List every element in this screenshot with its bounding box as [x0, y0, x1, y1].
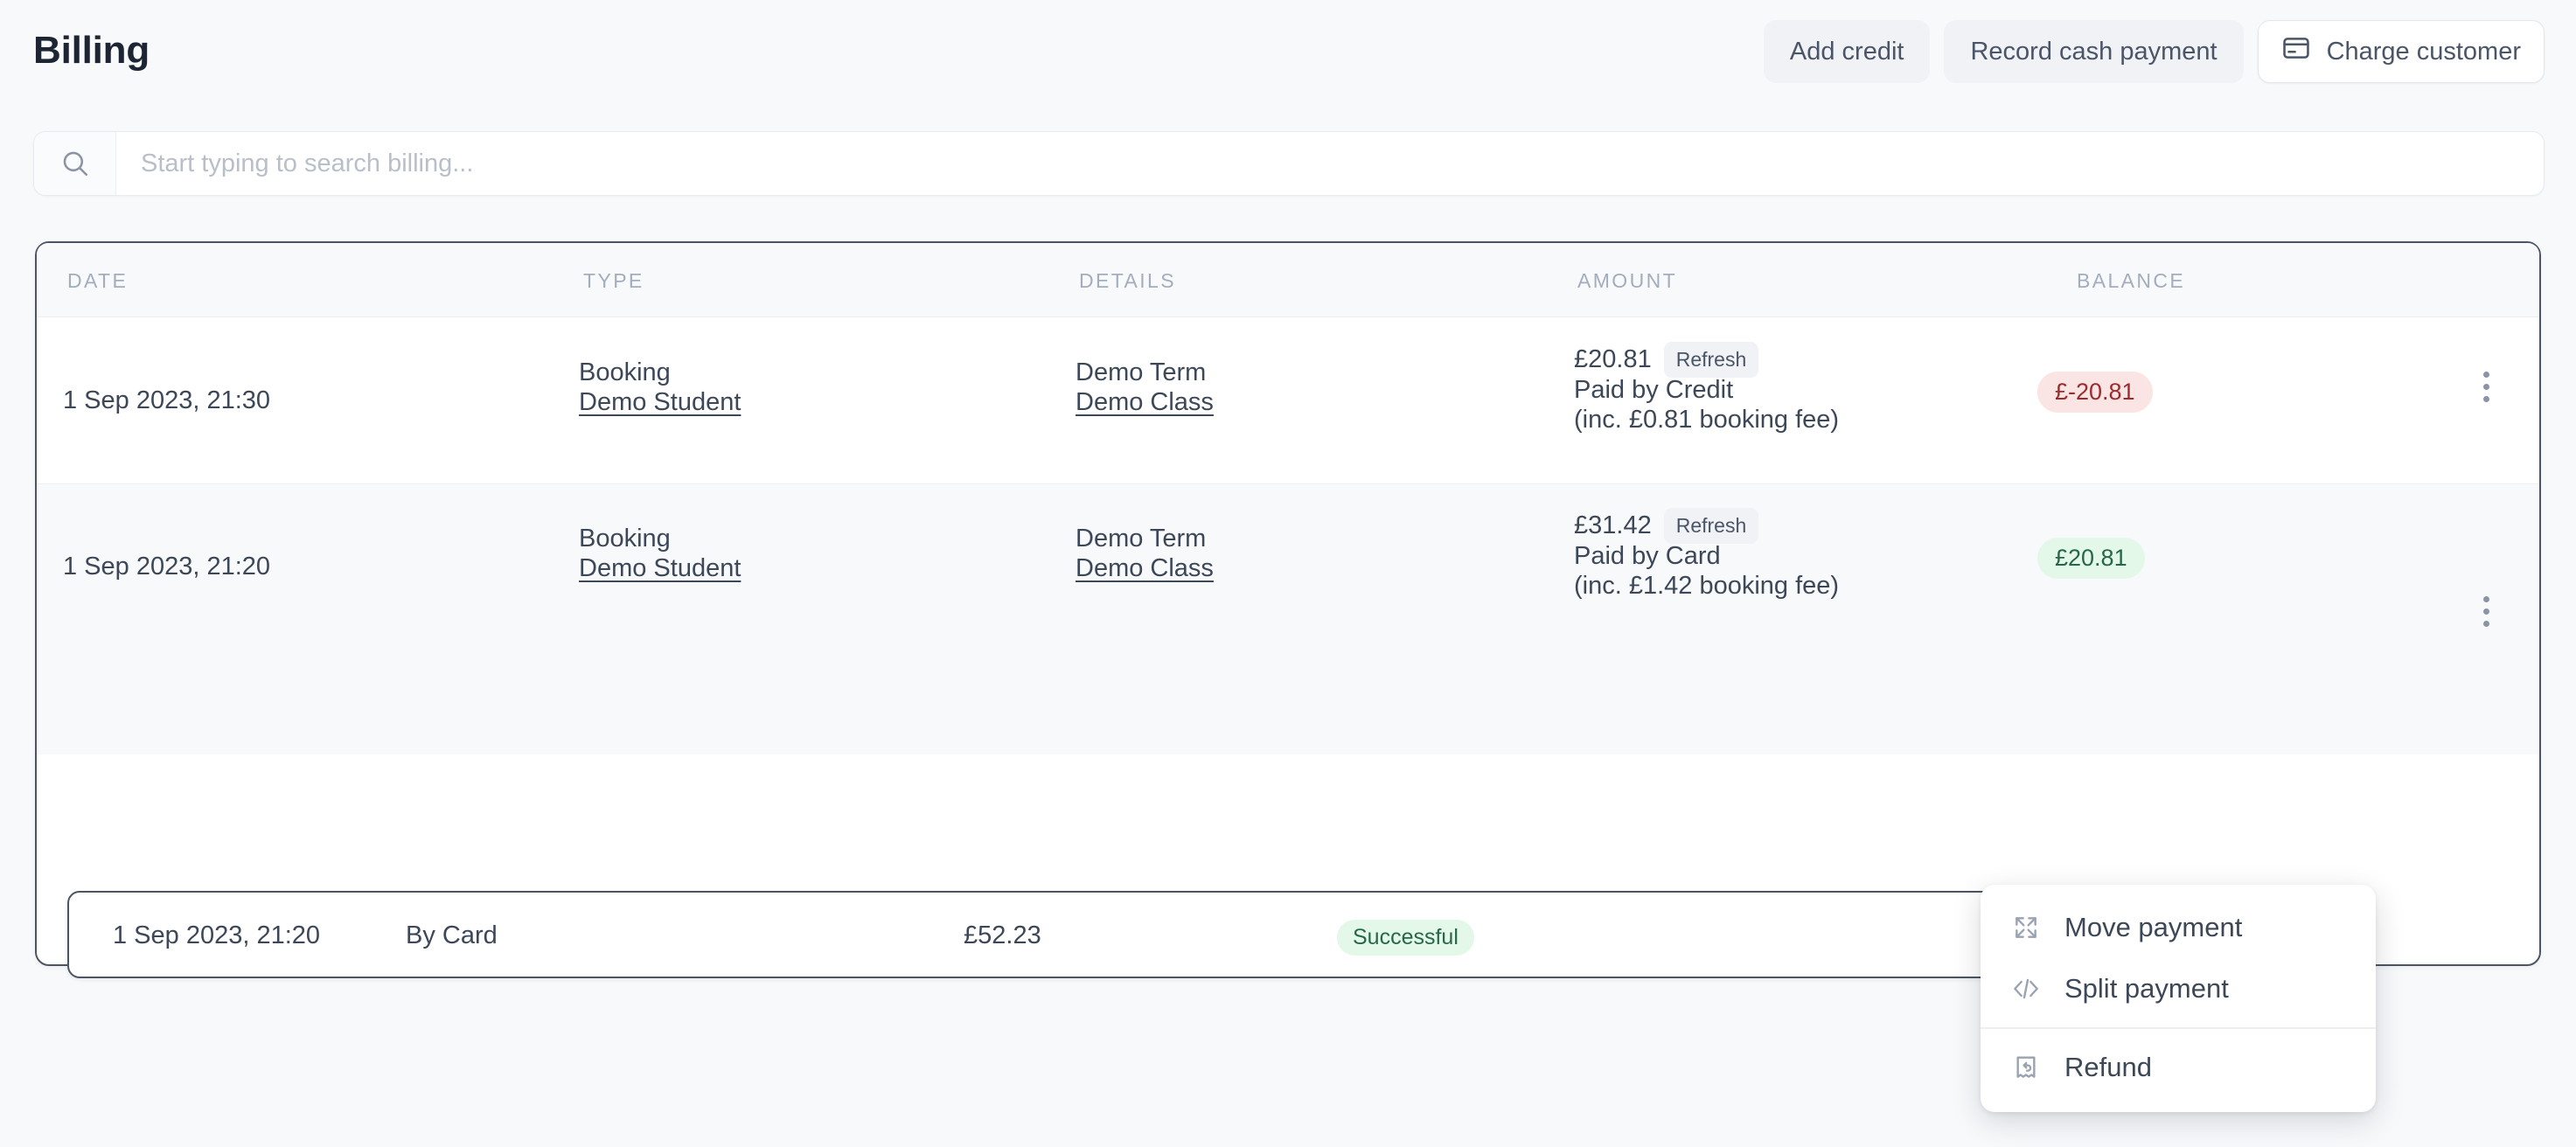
- row-details: Demo Term: [1076, 358, 1207, 386]
- page-header: Billing Add credit Record cash payment C…: [0, 0, 2576, 114]
- refresh-badge[interactable]: Refresh: [1663, 342, 1759, 378]
- table-row[interactable]: 1 Sep 2023, 21:30 Booking Demo Student D…: [37, 317, 2539, 483]
- menu-item-label: Refund: [2064, 1051, 2152, 1082]
- column-header-type: TYPE: [583, 269, 644, 292]
- kebab-menu-icon: [2482, 608, 2489, 615]
- payment-status-badge: Successful: [1337, 920, 1474, 956]
- kebab-menu-icon: [2482, 621, 2489, 627]
- page-title: Billing: [33, 29, 150, 72]
- code-brackets-icon: [2010, 973, 2042, 1004]
- receipt-refund-icon: [2010, 1052, 2042, 1083]
- menu-item-label: Split payment: [2064, 973, 2229, 1004]
- row-amount-line: £31.42 Refresh: [1574, 508, 1759, 544]
- payment-amount: £52.23: [964, 921, 1041, 949]
- row-type-link[interactable]: Demo Student: [579, 388, 741, 417]
- table-row[interactable]: 1 Sep 2023, 21:20 Booking Demo Student D…: [37, 483, 2539, 978]
- menu-item-label: Move payment: [2064, 912, 2243, 942]
- row-amount: £31.42: [1574, 511, 1652, 539]
- row-fee-note: (inc. £0.81 booking fee): [1574, 406, 1840, 434]
- credit-card-icon: [2281, 33, 2311, 70]
- row-details-link[interactable]: Demo Class: [1076, 388, 1214, 417]
- row-date: 1 Sep 2023, 21:30: [63, 386, 271, 414]
- row-amount: £20.81: [1574, 345, 1652, 373]
- add-credit-button[interactable]: Add credit: [1763, 20, 1931, 83]
- row-type-link[interactable]: Demo Student: [579, 554, 741, 583]
- row-type: Booking: [579, 358, 671, 386]
- record-cash-payment-button[interactable]: Record cash payment: [1944, 20, 2244, 83]
- kebab-menu-icon: [2482, 384, 2489, 390]
- kebab-menu-icon: [2482, 596, 2489, 602]
- row-date: 1 Sep 2023, 21:20: [63, 553, 271, 580]
- kebab-menu-icon: [2482, 372, 2489, 378]
- row-amount-line: £20.81 Refresh: [1574, 342, 1759, 378]
- record-cash-payment-label: Record cash payment: [1970, 37, 2217, 66]
- row-fee-note: (inc. £1.42 booking fee): [1574, 572, 1840, 600]
- menu-item-refund[interactable]: Refund: [1981, 1037, 2376, 1098]
- payment-context-menu: Move payment Split payment Refund: [1981, 885, 2376, 1112]
- billing-page: Billing Add credit Record cash payment C…: [0, 0, 2576, 1147]
- row-paid-by: Paid by Card: [1574, 542, 1721, 570]
- charge-customer-label: Charge customer: [2326, 37, 2521, 66]
- status-badge: £-20.81: [2037, 372, 2153, 414]
- billing-table: DATE TYPE DETAILS AMOUNT BALANCE 1 Sep 2…: [35, 241, 2541, 978]
- header-actions: Add credit Record cash payment Charge cu…: [1763, 20, 2545, 83]
- menu-divider: [1981, 1027, 2376, 1029]
- column-header-balance: BALANCE: [2077, 269, 2186, 292]
- row-menu-button[interactable]: [2476, 596, 2496, 627]
- status-badge: £20.81: [2037, 538, 2145, 580]
- row-paid-by: Paid by Credit: [1574, 376, 1734, 404]
- column-header-amount: AMOUNT: [1577, 269, 1678, 292]
- refresh-badge[interactable]: Refresh: [1663, 508, 1759, 544]
- search-input[interactable]: [116, 132, 2544, 195]
- menu-item-move-payment[interactable]: Move payment: [1981, 897, 2376, 958]
- table-header-row: DATE TYPE DETAILS AMOUNT BALANCE: [37, 243, 2539, 317]
- row-type: Booking: [579, 525, 671, 553]
- payment-date: 1 Sep 2023, 21:20: [113, 921, 321, 949]
- charge-customer-button[interactable]: Charge customer: [2257, 20, 2545, 83]
- row-details: Demo Term: [1076, 525, 1207, 553]
- column-header-details: DETAILS: [1079, 269, 1176, 292]
- payment-method: By Card: [406, 921, 498, 949]
- add-credit-label: Add credit: [1789, 37, 1904, 66]
- search-bar[interactable]: [33, 131, 2545, 196]
- expand-arrows-icon: [2010, 912, 2042, 943]
- column-header-date: DATE: [67, 269, 129, 292]
- row-menu-button[interactable]: [2476, 372, 2496, 402]
- row-details-link[interactable]: Demo Class: [1076, 554, 1214, 583]
- menu-item-split-payment[interactable]: Split payment: [1981, 958, 2376, 1019]
- kebab-menu-icon: [2482, 396, 2489, 402]
- search-icon: [34, 132, 116, 195]
